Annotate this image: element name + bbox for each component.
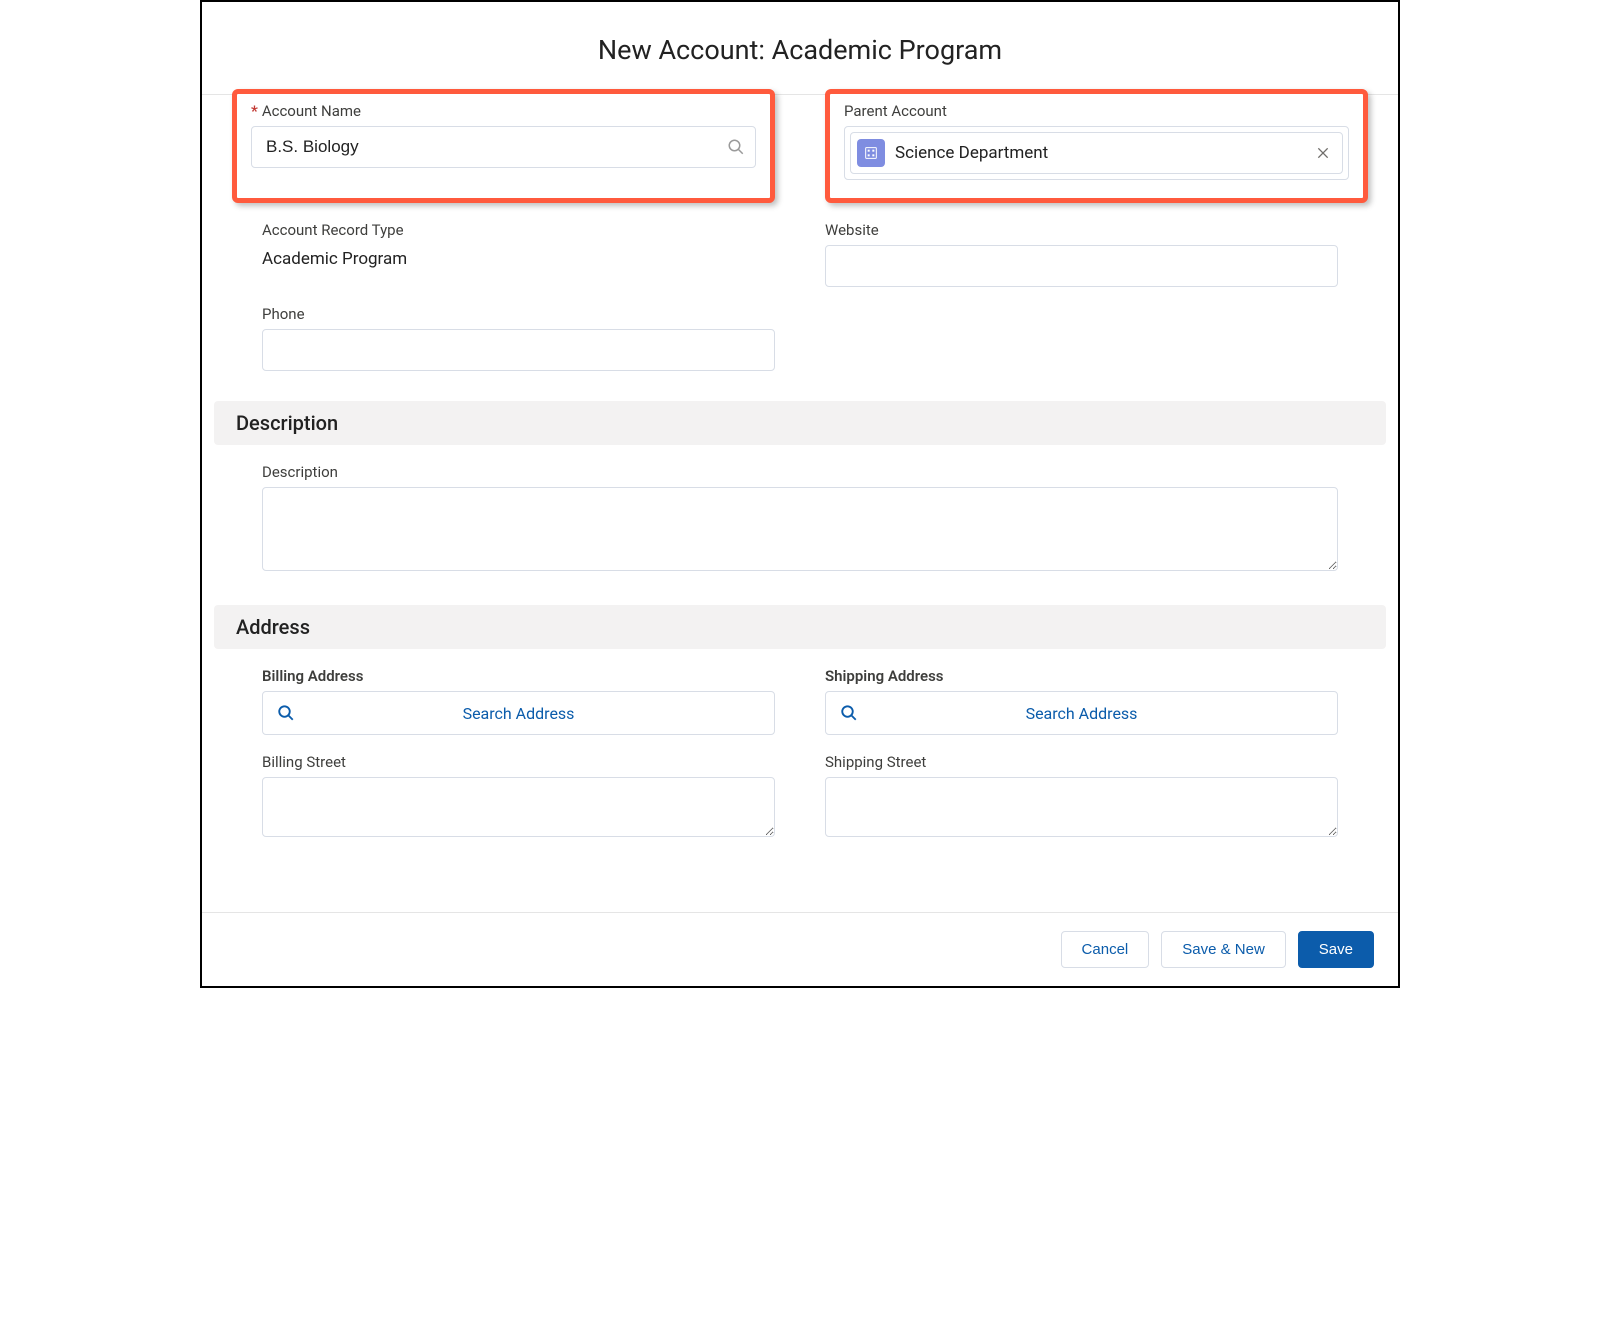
- phone-field: Phone: [262, 305, 775, 371]
- account-name-input-wrapper[interactable]: [251, 126, 756, 168]
- save-button[interactable]: Save: [1298, 931, 1374, 968]
- account-icon: [857, 139, 885, 167]
- website-input[interactable]: [825, 245, 1338, 287]
- parent-account-label: Parent Account: [844, 102, 1349, 120]
- search-icon: [727, 138, 745, 156]
- billing-search-address-button[interactable]: Search Address: [262, 691, 775, 735]
- billing-address-label: Billing Address: [262, 667, 775, 685]
- account-name-highlight: * Account Name: [232, 89, 775, 203]
- modal-title: New Account: Academic Program: [222, 34, 1378, 66]
- save-and-new-button[interactable]: Save & New: [1161, 931, 1286, 968]
- shipping-street-input[interactable]: [825, 777, 1338, 837]
- modal-header: New Account: Academic Program: [202, 2, 1398, 94]
- cancel-button[interactable]: Cancel: [1061, 931, 1150, 968]
- record-type-value: Academic Program: [262, 249, 775, 269]
- website-field: Website: [825, 221, 1338, 287]
- description-textarea[interactable]: [262, 487, 1338, 571]
- shipping-street-label: Shipping Street: [825, 753, 1338, 771]
- shipping-search-address-button[interactable]: Search Address: [825, 691, 1338, 735]
- record-type-field: Account Record Type Academic Program: [262, 221, 775, 287]
- close-icon: [1315, 145, 1331, 161]
- phone-input[interactable]: [262, 329, 775, 371]
- remove-parent-account-button[interactable]: [1314, 144, 1332, 162]
- address-section-header: Address: [214, 605, 1386, 649]
- website-label: Website: [825, 221, 1338, 239]
- phone-label: Phone: [262, 305, 775, 323]
- description-section-header: Description: [214, 401, 1386, 445]
- parent-account-lookup[interactable]: Science Department: [844, 126, 1349, 180]
- required-indicator: *: [251, 102, 258, 120]
- modal-footer: Cancel Save & New Save: [202, 912, 1398, 986]
- billing-street-label: Billing Street: [262, 753, 775, 771]
- modal-scroll-area[interactable]: New Account: Academic Program * Account …: [202, 2, 1398, 912]
- parent-account-selected: Science Department: [895, 143, 1304, 163]
- shipping-address-label: Shipping Address: [825, 667, 1338, 685]
- parent-account-highlight: Parent Account Science Department: [825, 89, 1368, 203]
- billing-street-input[interactable]: [262, 777, 775, 837]
- search-icon: [840, 704, 858, 722]
- description-label: Description: [262, 463, 1338, 481]
- parent-account-pill: Science Department: [850, 132, 1343, 174]
- search-icon: [277, 704, 295, 722]
- account-name-input[interactable]: [266, 137, 717, 157]
- record-type-label: Account Record Type: [262, 221, 775, 239]
- account-name-label: * Account Name: [251, 102, 756, 120]
